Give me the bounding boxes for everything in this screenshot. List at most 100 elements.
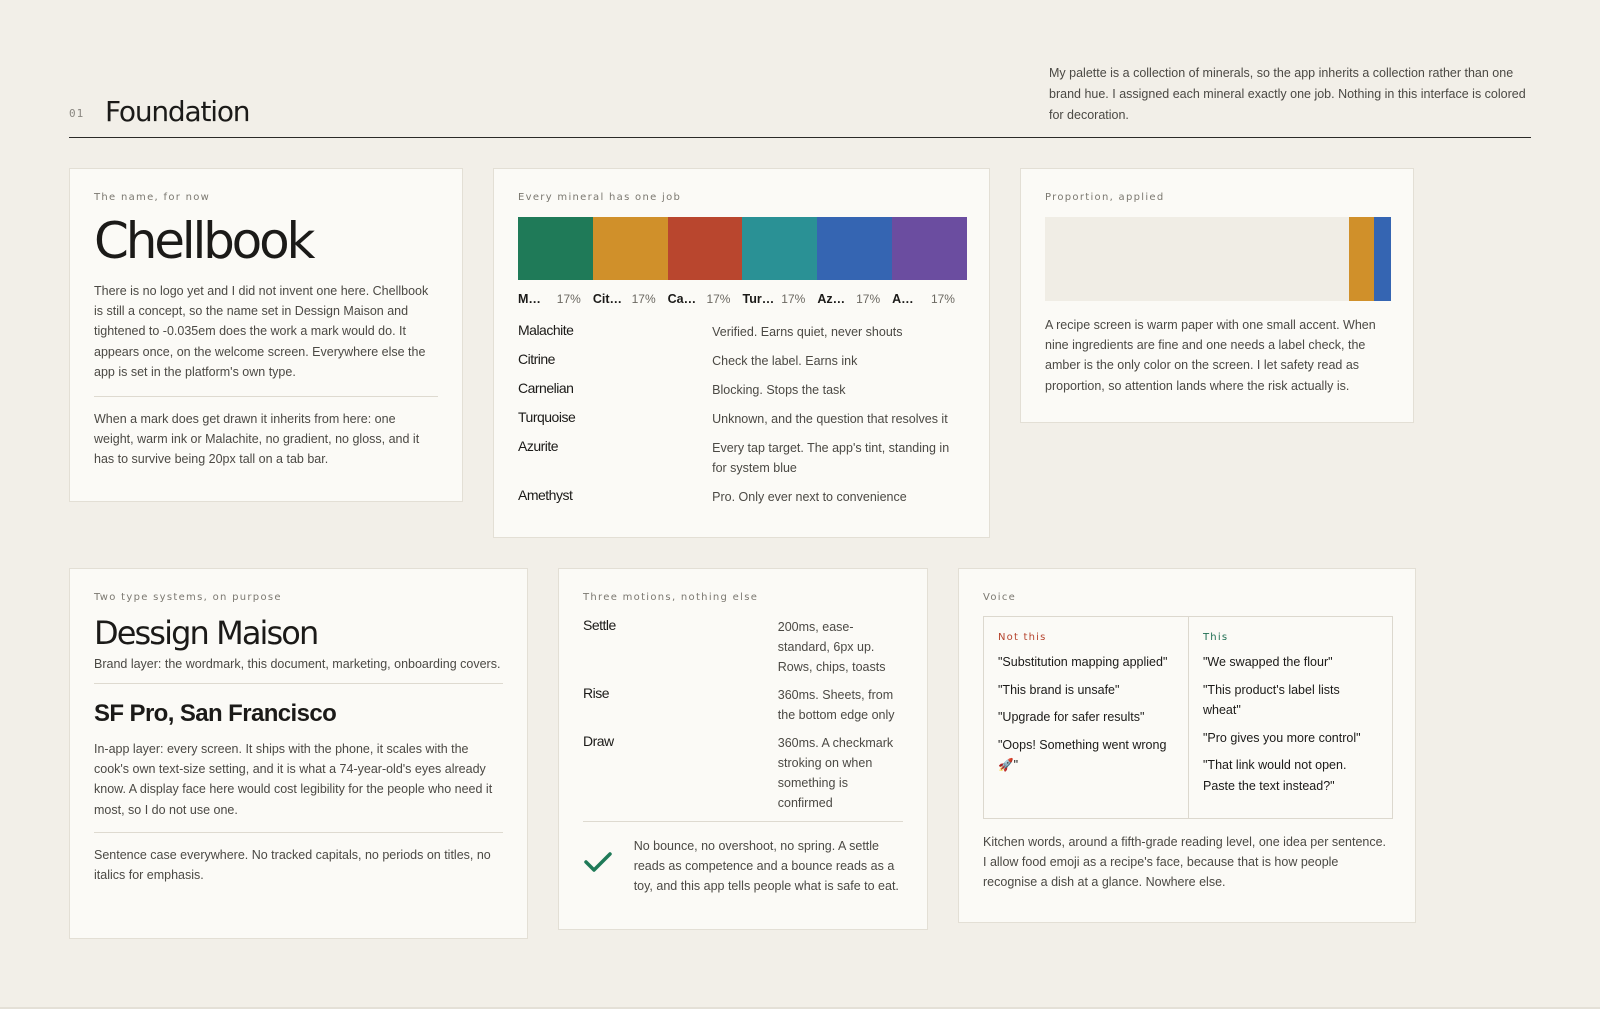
legend-label: Az… bbox=[817, 292, 846, 306]
motion-note: No bounce, no overshoot, no spring. A se… bbox=[583, 836, 903, 897]
mineral-name: Turquoise bbox=[518, 409, 576, 425]
proportion-paper-segment bbox=[1045, 217, 1349, 301]
type-systems-card: Two type systems, on purpose Dessign Mai… bbox=[69, 568, 528, 939]
section-title: Foundation bbox=[105, 95, 251, 128]
mineral-job: Every tap target. The app's tint, standi… bbox=[712, 441, 950, 475]
legend-item: Az… 17% bbox=[817, 292, 892, 306]
brand-typeface-sample: Dessign Maison bbox=[94, 614, 319, 652]
job-row: Turquoise Unknown, and the question that … bbox=[518, 409, 965, 429]
name-card: The name, for now Chellbook There is no … bbox=[69, 168, 463, 502]
name-paragraph: There is no logo yet and I did not inven… bbox=[94, 284, 429, 379]
voice-example: "Oops! Something went wrong 🚀" bbox=[998, 737, 1167, 773]
motion-card: Three motions, nothing else Settle 200ms,… bbox=[558, 568, 928, 930]
motion-spec: 200ms, ease-standard, 6px up. Rows, chip… bbox=[777, 620, 886, 674]
divider bbox=[94, 683, 503, 684]
legend-item: Cit… 17% bbox=[593, 292, 668, 306]
brand-wordmark: Chellbook bbox=[94, 212, 315, 270]
card-eyebrow: Two type systems, on purpose bbox=[94, 592, 282, 603]
proportion-amber-segment bbox=[1349, 217, 1374, 301]
job-row: Carnelian Blocking. Stops the task bbox=[518, 380, 965, 400]
legend-percent: 17% bbox=[856, 292, 881, 306]
mineral-legend: M… 17% Cit… 17% Ca… 17% Tur… 17% Az… 17% A… 17… bbox=[518, 292, 967, 306]
swatch-citrine bbox=[592, 217, 668, 280]
swatch-carnelian bbox=[667, 217, 743, 280]
mineral-name: Citrine bbox=[518, 351, 555, 367]
system-typeface-sample: SF Pro, San Francisco bbox=[94, 700, 337, 727]
card-eyebrow: Voice bbox=[983, 592, 1017, 603]
job-row: Citrine Check the label. Earns ink bbox=[518, 351, 965, 371]
voice-comparison-table: Not this "Substitution mapping applied" … bbox=[983, 616, 1393, 819]
mineral-job: Check the label. Earns ink bbox=[712, 354, 858, 368]
mineral-job: Unknown, and the question that resolves … bbox=[712, 412, 948, 426]
legend-label: M… bbox=[518, 292, 541, 306]
this-heading: This bbox=[1203, 632, 1229, 643]
swatch-azurite bbox=[817, 217, 893, 280]
motion-spec: 360ms. Sheets, from the bottom edge only bbox=[777, 688, 895, 722]
proportion-bar bbox=[1045, 217, 1391, 301]
legend-item: Ca… 17% bbox=[668, 292, 743, 306]
voice-this-column: This "We swapped the flour" "This produc… bbox=[1188, 617, 1392, 818]
legend-item: A… 17% bbox=[892, 292, 967, 306]
mineral-name: Carnelian bbox=[518, 380, 574, 396]
legend-percent: 17% bbox=[930, 292, 955, 306]
section-intro: My palette is a collection of minerals, … bbox=[1049, 66, 1526, 122]
legend-percent: 17% bbox=[781, 292, 806, 306]
mineral-job-table: Malachite Verified. Earns quiet, never sh… bbox=[518, 322, 965, 507]
legend-percent: 17% bbox=[631, 292, 656, 306]
swatch-amethyst bbox=[892, 217, 967, 280]
proportion-card: Proportion, applied A recipe screen is w… bbox=[1020, 168, 1414, 423]
mineral-job: Verified. Earns quiet, never shouts bbox=[712, 325, 903, 339]
card-eyebrow: Proportion, applied bbox=[1045, 192, 1165, 203]
legend-label: Cit… bbox=[592, 292, 622, 306]
minerals-card: Every mineral has one job M… 17% Cit… 17% … bbox=[493, 168, 990, 538]
motion-name: Draw bbox=[583, 733, 614, 749]
proportion-paragraph: A recipe screen is warm paper with one s… bbox=[1045, 318, 1376, 393]
legend-percent: 17% bbox=[706, 292, 731, 306]
divider bbox=[583, 821, 903, 822]
voice-paragraph: Kitchen words, around a fifth-grade read… bbox=[983, 835, 1387, 890]
legend-percent: 17% bbox=[556, 292, 581, 306]
motion-table: Settle 200ms, ease-standard, 6px up. Rows… bbox=[583, 617, 903, 813]
mineral-job: Blocking. Stops the task bbox=[712, 383, 846, 397]
motion-spec: 360ms. A checkmark stroking on when some… bbox=[777, 736, 894, 810]
legend-item: M… 17% bbox=[518, 292, 593, 306]
legend-item: Tur… 17% bbox=[742, 292, 817, 306]
mark-paragraph: When a mark does get drawn it inherits f… bbox=[94, 412, 420, 467]
voice-not-this-column: Not this "Substitution mapping applied" … bbox=[984, 617, 1188, 818]
motion-row: Rise 360ms. Sheets, from the bottom edge … bbox=[583, 685, 903, 725]
voice-example: "That link would not open. Paste the tex… bbox=[1203, 758, 1347, 793]
mineral-name: Azurite bbox=[518, 438, 559, 454]
voice-example: "Pro gives you more control" bbox=[1203, 730, 1361, 745]
motion-row: Draw 360ms. A checkmark stroking on when … bbox=[583, 733, 903, 813]
motion-name: Rise bbox=[583, 685, 610, 701]
voice-example: "This brand is unsafe" bbox=[998, 682, 1120, 697]
card-eyebrow: Every mineral has one job bbox=[518, 192, 682, 203]
proportion-blue-segment bbox=[1374, 217, 1391, 301]
legend-label: Ca… bbox=[667, 292, 697, 306]
job-row: Azurite Every tap target. The app's tint,… bbox=[518, 438, 965, 478]
not-this-heading: Not this bbox=[998, 632, 1047, 643]
motion-note-text: No bounce, no overshoot, no spring. A se… bbox=[633, 839, 899, 894]
section-number: 01 bbox=[69, 107, 85, 120]
mineral-name: Malachite bbox=[518, 322, 574, 338]
legend-label: Tur… bbox=[742, 292, 775, 306]
voice-example: "Upgrade for safer results" bbox=[998, 710, 1145, 724]
mineral-name: Amethyst bbox=[518, 487, 573, 503]
mineral-job: Pro. Only ever next to convenience bbox=[712, 490, 907, 504]
type-rules-paragraph: Sentence case everywhere. No tracked cap… bbox=[94, 847, 491, 883]
motion-name: Settle bbox=[583, 617, 616, 633]
system-typeface-paragraph: In-app layer: every screen. It ships wit… bbox=[94, 742, 493, 817]
card-eyebrow: The name, for now bbox=[94, 192, 211, 203]
voice-example: "Substitution mapping applied" bbox=[998, 655, 1168, 669]
checkmark-icon bbox=[583, 836, 634, 897]
swatch-turquoise bbox=[742, 217, 818, 280]
job-row: Malachite Verified. Earns quiet, never sh… bbox=[518, 322, 965, 342]
job-row: Amethyst Pro. Only ever next to convenien… bbox=[518, 487, 965, 507]
legend-label: A… bbox=[892, 292, 914, 306]
card-eyebrow: Three motions, nothing else bbox=[583, 592, 759, 603]
voice-card: Voice Not this "Substitution mapping app… bbox=[958, 568, 1416, 923]
motion-row: Settle 200ms, ease-standard, 6px up. Rows… bbox=[583, 617, 903, 677]
divider bbox=[94, 831, 503, 833]
brand-typeface-caption: Brand layer: the wordmark, this document… bbox=[94, 657, 501, 671]
divider bbox=[94, 396, 438, 398]
